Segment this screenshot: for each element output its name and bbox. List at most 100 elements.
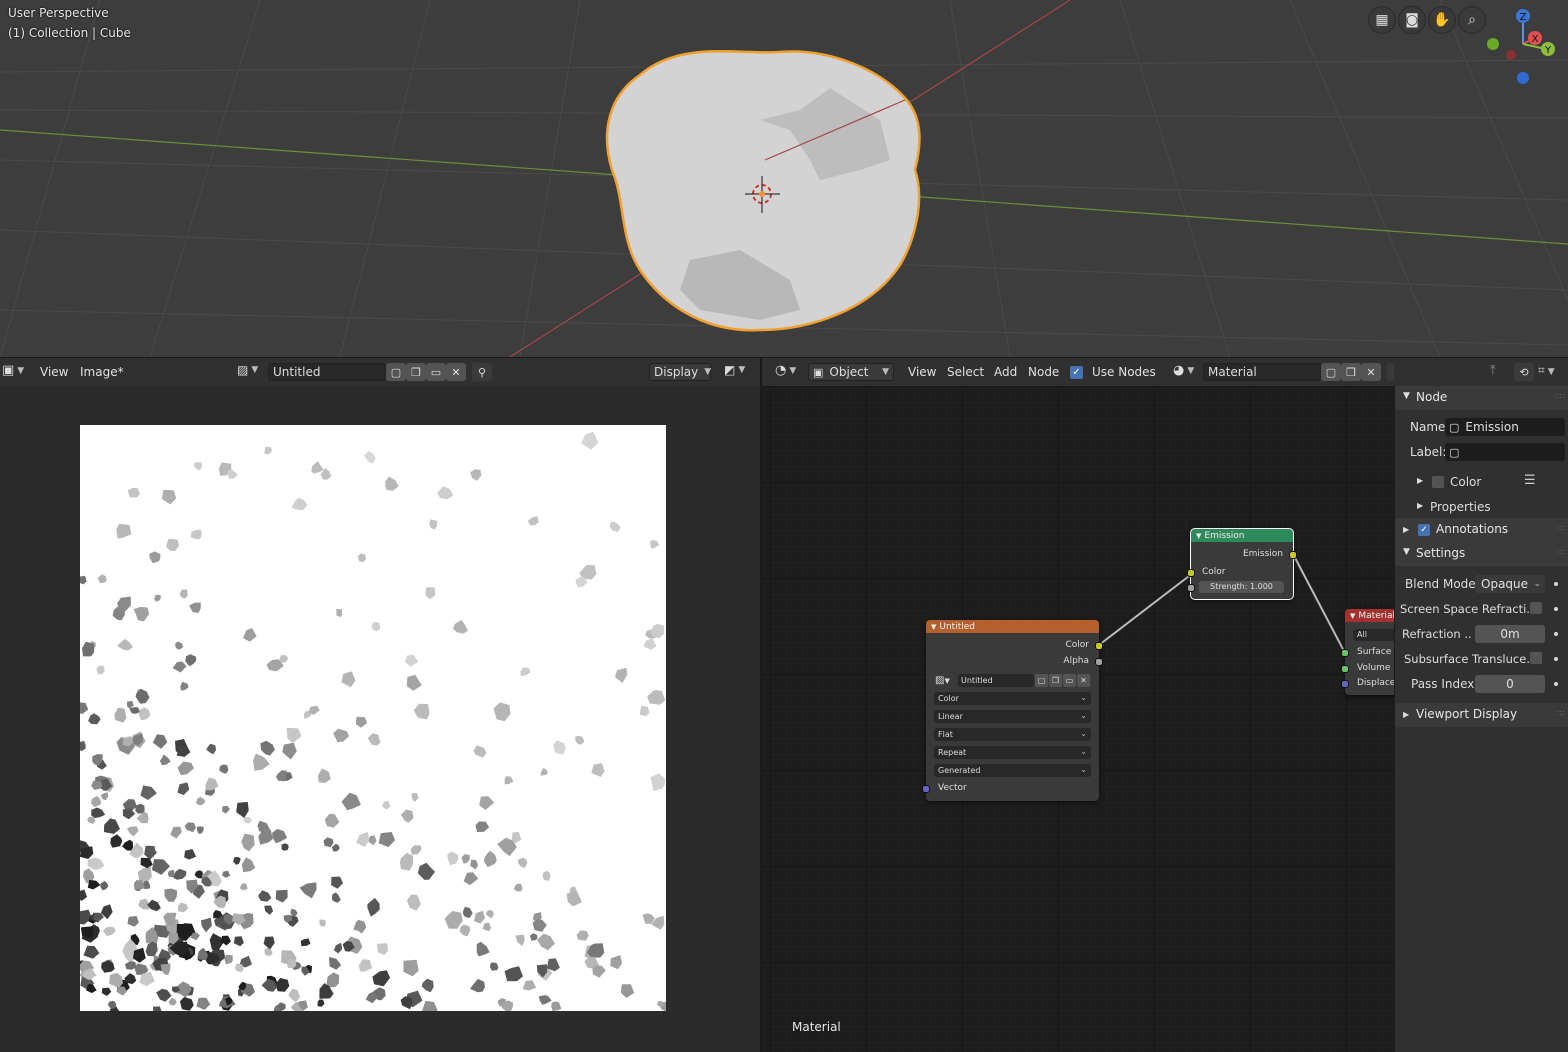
drag-handle-icon[interactable]: ∷∷ bbox=[1556, 392, 1565, 401]
volume-socket[interactable] bbox=[1341, 665, 1349, 673]
image-texture-node[interactable]: ▼ Untitled Color Alpha ▨▼ Untitled ▢ ❐ ▭… bbox=[922, 620, 1103, 801]
chevron-down-icon: ⌄ bbox=[1080, 747, 1087, 756]
keyframe-dot[interactable] bbox=[1554, 582, 1558, 586]
displacement-label: Displacem bbox=[1357, 678, 1394, 688]
image-color-output-socket[interactable] bbox=[1095, 642, 1103, 650]
snap-target-icon[interactable]: ⌗ ▼ bbox=[1538, 363, 1555, 378]
overlay-icon: ◩ bbox=[724, 363, 736, 377]
properties-subpanel-label[interactable]: Properties bbox=[1430, 500, 1491, 514]
duplicate-icon[interactable]: ❐ bbox=[406, 363, 426, 381]
projection-dropdown[interactable]: Flat ⌄ bbox=[934, 728, 1091, 741]
node-editor[interactable]: ◔ ▼ ▣ Object ▼ View Select Add Node ✓ Use… bbox=[762, 358, 1394, 1052]
texture-cell bbox=[281, 843, 289, 851]
gizmo-neg-z[interactable] bbox=[1517, 72, 1529, 84]
image-out-alpha-label: Alpha bbox=[1063, 656, 1089, 666]
drag-handle-icon[interactable]: ∷∷ bbox=[1556, 524, 1565, 533]
image-browse-icon[interactable]: ▨▼ bbox=[935, 675, 950, 686]
image-node-header[interactable]: ▼ Untitled bbox=[926, 620, 1099, 633]
image-canvas[interactable] bbox=[80, 425, 666, 1011]
new-image-icon[interactable]: ▢ bbox=[1035, 674, 1048, 687]
3d-viewport[interactable]: User Perspective (1) Collection | Cube ▦… bbox=[0, 0, 1568, 357]
keyframe-dot[interactable] bbox=[1554, 607, 1558, 611]
settings-panel-header[interactable]: ▼ Settings ∷∷ bbox=[1395, 542, 1568, 566]
image-editor-header: ▣ ▼ View Image* ▨ ▼ Untitled ▢ ❐ ▭ ✕ ⚲ Dis… bbox=[0, 358, 760, 386]
open-folder-icon[interactable]: ▭ bbox=[426, 363, 446, 381]
gizmo-neg-x[interactable] bbox=[1506, 50, 1516, 60]
displacement-socket[interactable] bbox=[1341, 680, 1349, 688]
hand-pan-icon[interactable]: ✋ bbox=[1429, 7, 1455, 33]
viewport-title: User Perspective bbox=[8, 6, 109, 20]
menu-view[interactable]: View bbox=[33, 365, 75, 379]
collapsed-arrow-icon[interactable]: ▶ bbox=[1417, 476, 1423, 485]
extension-dropdown[interactable]: Repeat ⌄ bbox=[934, 746, 1091, 759]
ssr-checkbox[interactable] bbox=[1530, 602, 1542, 614]
image-name-field[interactable]: Untitled bbox=[268, 363, 386, 381]
keyframe-dot[interactable] bbox=[1554, 632, 1558, 636]
chevron-down-icon: ▼ bbox=[1547, 367, 1555, 377]
gizmo-y-label: Y bbox=[1544, 45, 1552, 56]
link-image-to-emission bbox=[1098, 572, 1194, 646]
emission-node-header[interactable]: ▼ Emission bbox=[1191, 529, 1293, 542]
node-label-field[interactable]: ▢ bbox=[1445, 443, 1565, 461]
emission-node[interactable]: ▼ Emission Emission Color Strength: 1.00… bbox=[1187, 528, 1297, 600]
collapse-icon[interactable]: ▼ bbox=[931, 623, 936, 631]
surface-socket[interactable] bbox=[1341, 649, 1349, 657]
new-image-icon[interactable]: ▢ bbox=[386, 363, 406, 381]
pin-icon[interactable]: ⚲ bbox=[472, 363, 492, 381]
parent-node-tree-icon[interactable]: ⤒ bbox=[1490, 363, 1496, 378]
emission-color-socket[interactable] bbox=[1187, 569, 1195, 577]
image-browse-dropdown[interactable]: ▨ ▼ bbox=[237, 363, 258, 377]
color-space-dropdown[interactable]: Color ⌄ bbox=[934, 692, 1091, 705]
source-value: Generated bbox=[938, 766, 981, 775]
color-space-value: Color bbox=[938, 694, 959, 703]
annotations-checkbox[interactable]: ✓ bbox=[1418, 524, 1430, 536]
image-alpha-output-socket[interactable] bbox=[1095, 658, 1103, 666]
drag-handle-icon[interactable]: ∷∷ bbox=[1556, 548, 1565, 557]
list-icon[interactable]: ☰ bbox=[1524, 473, 1536, 488]
node-name-value: Emission bbox=[1465, 420, 1519, 434]
collapse-icon[interactable]: ▼ bbox=[1196, 532, 1201, 540]
node-panel-header[interactable]: ▼ Node ∷∷ bbox=[1395, 386, 1568, 410]
camera-icon[interactable]: ◙ bbox=[1399, 7, 1425, 33]
strength-field[interactable]: Strength: 1.000 bbox=[1199, 581, 1284, 593]
interpolation-dropdown[interactable]: Linear ⌄ bbox=[934, 710, 1091, 723]
pass-index-field[interactable]: 0 bbox=[1475, 675, 1545, 693]
vector-input-socket[interactable] bbox=[922, 785, 930, 793]
node-name-field[interactable]: ▢ Emission bbox=[1445, 418, 1565, 436]
source-dropdown[interactable]: Generated ⌄ bbox=[934, 764, 1091, 777]
keyframe-dot[interactable] bbox=[1554, 682, 1558, 686]
collapsed-arrow-icon[interactable]: ▶ bbox=[1417, 501, 1423, 510]
target-dropdown[interactable]: All bbox=[1353, 629, 1394, 641]
gizmo-x-label: X bbox=[1532, 34, 1539, 45]
volume-label: Volume bbox=[1357, 663, 1391, 673]
annotations-panel-header[interactable]: ▶ ✓ Annotations ∷∷ bbox=[1395, 518, 1568, 542]
chevron-down-icon: ▼ bbox=[944, 677, 950, 685]
close-icon[interactable]: ✕ bbox=[1077, 674, 1090, 687]
collapse-icon[interactable]: ▼ bbox=[1350, 612, 1355, 620]
keyframe-dot[interactable] bbox=[1554, 657, 1558, 661]
view-mode-dropdown[interactable]: ◩ ▼ bbox=[724, 363, 745, 377]
material-output-node[interactable]: ▼ Material O All Surface Volume Displace… bbox=[1341, 609, 1394, 695]
grid-view-icon[interactable]: ▦ bbox=[1369, 7, 1395, 33]
drag-handle-icon[interactable]: ∷∷ bbox=[1556, 709, 1565, 718]
menu-image[interactable]: Image* bbox=[73, 365, 131, 379]
open-folder-icon[interactable]: ▭ bbox=[1063, 674, 1076, 687]
chevron-down-icon: ⌄ bbox=[1080, 765, 1087, 774]
output-node-header[interactable]: ▼ Material O bbox=[1345, 609, 1394, 622]
duplicate-icon[interactable]: ❐ bbox=[1049, 674, 1062, 687]
snap-icon[interactable]: ⟲ bbox=[1514, 363, 1534, 381]
color-checkbox[interactable] bbox=[1432, 476, 1444, 488]
expanded-arrow-icon: ▼ bbox=[1403, 391, 1410, 401]
strength-socket[interactable] bbox=[1187, 584, 1195, 592]
navigation-gizmo[interactable]: Z X Y bbox=[1482, 6, 1566, 90]
node-image-name-field[interactable]: Untitled bbox=[958, 674, 1034, 687]
editor-type-dropdown[interactable]: ▣ ▼ bbox=[2, 363, 24, 378]
gizmo-neg-y[interactable] bbox=[1487, 38, 1499, 50]
close-icon[interactable]: ✕ bbox=[446, 363, 466, 381]
subsurface-checkbox[interactable] bbox=[1530, 652, 1542, 664]
emission-output-socket[interactable] bbox=[1289, 551, 1297, 559]
display-dropdown[interactable]: Display ▼ bbox=[649, 363, 711, 381]
refraction-depth-field[interactable]: 0m bbox=[1475, 625, 1545, 643]
viewport-display-panel-header[interactable]: ▶ Viewport Display ∷∷ bbox=[1395, 703, 1568, 727]
blend-mode-dropdown[interactable]: Opaque ⌄ bbox=[1475, 575, 1545, 593]
